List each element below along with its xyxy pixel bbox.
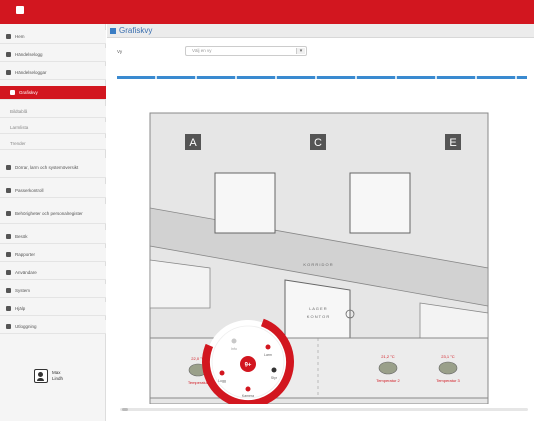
page-title: Grafiskvy xyxy=(119,26,153,35)
key-icon xyxy=(6,188,11,193)
view-tab-strip[interactable] xyxy=(117,76,527,79)
help-icon xyxy=(6,306,11,311)
room-label-a[interactable]: A xyxy=(185,134,201,150)
svg-text:23,1 °C: 23,1 °C xyxy=(441,354,454,359)
sidebar-item-label: System xyxy=(15,288,31,293)
sidebar-item-label: Grafiskvy xyxy=(19,90,38,95)
sidebar-item-9[interactable]: Behörigheter och personalregister xyxy=(0,204,106,224)
svg-text:Temperatur 3: Temperatur 3 xyxy=(436,378,460,383)
sidebar-item-6[interactable]: Trender xyxy=(0,138,106,150)
sidebar-item-12[interactable]: Användare xyxy=(0,266,106,280)
sidebar-item-label: Passerkontroll xyxy=(15,188,44,193)
center-room-label: L A G E R xyxy=(309,306,327,311)
sidebar: Hem Händelselogg Händelseloggar Grafiskvy Bi… xyxy=(0,24,106,421)
user-card[interactable]: Max Lindh xyxy=(34,369,70,383)
sidebar-item-label: Hjälp xyxy=(15,306,26,311)
floor-plan[interactable]: A C E K O R R I D O R L A G E R K O N T … xyxy=(110,98,530,404)
sidebar-item-label: Användare xyxy=(15,270,37,275)
sidebar-item-label: Dörrar, larm och systemöversikt xyxy=(15,165,79,170)
svg-text:C: C xyxy=(314,137,322,149)
sidebar-item-1[interactable]: Händelselogg xyxy=(0,48,106,62)
sidebar-item-11[interactable]: Rapporter xyxy=(0,248,106,262)
corridor-label: K O R R I D O R xyxy=(303,262,332,267)
sidebar-item-label: Hem xyxy=(15,34,25,39)
sidebar-item-label: Utloggning xyxy=(15,324,37,329)
svg-text:Info: Info xyxy=(231,347,237,351)
sidebar-item-5[interactable]: Larmlista xyxy=(0,122,106,134)
svg-text:21,2 °C: 21,2 °C xyxy=(381,354,394,359)
radial-center-button[interactable]: 9+ xyxy=(240,356,256,372)
list-icon xyxy=(6,52,11,57)
svg-text:E: E xyxy=(449,137,456,149)
svg-text:Kamera: Kamera xyxy=(242,394,254,398)
room-b[interactable] xyxy=(214,172,276,234)
sidebar-item-0[interactable]: Hem xyxy=(0,30,106,44)
sidebar-item-label: Behörigheter och personalregister xyxy=(15,211,83,216)
svg-text:Larm: Larm xyxy=(264,353,272,357)
chart-icon xyxy=(6,252,11,257)
sidebar-item-label: Händelselogg xyxy=(15,52,43,57)
page-header: Grafiskvy xyxy=(107,24,534,38)
view-select-value: Välj en vy xyxy=(192,48,212,53)
sidebar-item-label: Rapporter xyxy=(15,252,36,257)
users-icon xyxy=(6,211,11,216)
sidebar-item-label: Larmlista xyxy=(10,125,29,130)
svg-text:9+: 9+ xyxy=(245,363,252,369)
avatar-icon xyxy=(34,369,48,383)
grid-icon xyxy=(110,28,116,34)
center-room-sublabel: K O N T O R xyxy=(307,314,330,319)
room-d[interactable] xyxy=(349,172,411,234)
sidebar-item-2[interactable]: Händelseloggar xyxy=(0,66,106,80)
user-icon xyxy=(6,270,11,275)
chevron-down-icon[interactable]: ▾ xyxy=(296,48,305,54)
room-label-e[interactable]: E xyxy=(445,134,461,150)
scrollbar-thumb[interactable] xyxy=(122,408,128,411)
user-name: Max Lindh xyxy=(52,370,64,381)
document-icon xyxy=(6,70,11,75)
sidebar-item-15[interactable]: Utloggning xyxy=(0,320,106,334)
sidebar-item-10[interactable]: Besök xyxy=(0,230,106,244)
gear-icon xyxy=(6,288,11,293)
sidebar-item-8[interactable]: Passerkontroll xyxy=(0,184,106,198)
svg-text:Temperatur 2: Temperatur 2 xyxy=(376,378,400,383)
logo-icon xyxy=(16,6,24,14)
sidebar-item-13[interactable]: System xyxy=(0,284,106,298)
map-icon xyxy=(10,90,15,95)
visitor-icon xyxy=(6,234,11,239)
sidebar-item-label: Trender xyxy=(10,141,26,146)
sidebar-item-4[interactable]: Bildtablå xyxy=(0,106,106,118)
logout-icon xyxy=(6,324,11,329)
lock-icon xyxy=(6,165,11,170)
view-label: Vy xyxy=(117,49,123,54)
top-bar xyxy=(0,0,534,24)
sidebar-item-label: Händelseloggar xyxy=(15,70,47,75)
sidebar-item-14[interactable]: Hjälp xyxy=(0,302,106,316)
home-icon xyxy=(6,34,11,39)
svg-text:Logg: Logg xyxy=(218,379,226,383)
svg-text:Temperatur: Temperatur xyxy=(188,380,209,385)
sidebar-item-7[interactable]: Dörrar, larm och systemöversikt xyxy=(0,158,106,178)
room-label-c[interactable]: C xyxy=(310,134,326,150)
horizontal-scrollbar[interactable] xyxy=(120,408,528,411)
sidebar-item-label: Bildtablå xyxy=(10,109,28,114)
sidebar-item-3[interactable]: Grafiskvy xyxy=(0,86,106,100)
view-select[interactable]: Välj en vy ▾ xyxy=(185,46,307,56)
svg-text:Styr: Styr xyxy=(271,376,278,380)
room-lower-left[interactable] xyxy=(149,259,211,309)
svg-text:A: A xyxy=(189,137,197,149)
sidebar-item-label: Besök xyxy=(15,234,28,239)
